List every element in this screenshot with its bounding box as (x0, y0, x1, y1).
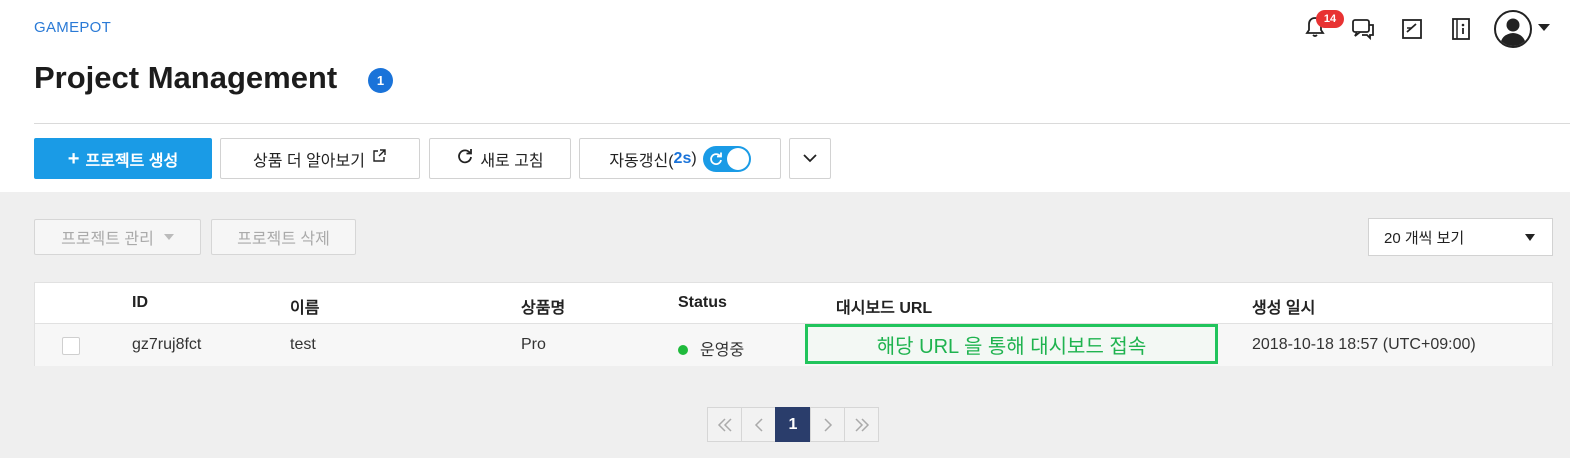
column-header-dashboard-url: 대시보드 URL (836, 300, 933, 317)
chevron-right-icon (823, 417, 832, 432)
column-header-name: 이름 (290, 300, 320, 317)
delete-project-button[interactable]: 프로젝트 삭제 (211, 219, 356, 255)
header-divider (34, 123, 1570, 124)
row-checkbox[interactable] (62, 337, 80, 355)
cell-status: 운영중 (678, 336, 744, 360)
cell-product: Pro (521, 336, 546, 353)
learn-more-button[interactable]: 상품 더 알아보기 (220, 138, 420, 179)
external-link-icon (371, 148, 387, 169)
refresh-icon (456, 147, 474, 170)
column-header-product: 상품명 (521, 300, 566, 317)
page-size-label: 20 개씩 보기 (1384, 229, 1465, 247)
manage-project-dropdown[interactable]: 프로젝트 관리 (34, 219, 201, 255)
refresh-button[interactable]: 새로 고침 (429, 138, 571, 179)
table-row[interactable]: gz7ruj8fct test Pro 운영중 해당 URL 을 통해 대시보드… (35, 324, 1552, 366)
double-chevron-right-icon (854, 417, 869, 432)
next-page-button[interactable] (810, 407, 845, 442)
page-button-1[interactable]: 1 (775, 407, 811, 442)
status-text: 운영중 (700, 342, 745, 359)
chevron-left-icon (754, 417, 763, 432)
edit-note-icon[interactable] (1399, 16, 1425, 42)
create-project-label: 프로젝트 생성 (85, 152, 179, 170)
page-size-select[interactable]: 20 개씩 보기 (1368, 218, 1553, 256)
refresh-icon (709, 152, 722, 165)
auto-refresh-button[interactable]: 자동갱신(2s) (579, 138, 781, 179)
auto-refresh-toggle[interactable] (702, 145, 751, 172)
notification-count-badge: 14 (1316, 10, 1344, 28)
status-dot-icon (678, 344, 688, 355)
brand-link[interactable]: GAMEPOT (34, 19, 111, 36)
create-project-button[interactable]: + 프로젝트 생성 (34, 138, 212, 179)
auto-refresh-label: 자동갱신( (609, 152, 674, 170)
user-menu-caret-icon[interactable] (1538, 24, 1550, 31)
manage-project-label: 프로젝트 관리 (61, 231, 154, 248)
auto-refresh-interval: 2s (673, 149, 692, 167)
delete-project-label: 프로젝트 삭제 (237, 231, 330, 248)
chat-icon[interactable] (1350, 16, 1376, 42)
table-header: ID 이름 상품명 Status 대시보드 URL 생성 일시 (35, 283, 1552, 324)
toggle-knob (726, 147, 749, 170)
cell-name: test (290, 336, 316, 353)
learn-more-label: 상품 더 알아보기 (253, 152, 365, 170)
more-options-button[interactable] (789, 138, 831, 179)
double-chevron-left-icon (717, 417, 732, 432)
auto-refresh-label-close: ) (691, 149, 697, 167)
projects-table: ID 이름 상품명 Status 대시보드 URL 생성 일시 gz7ruj8f… (34, 282, 1553, 366)
top-header: GAMEPOT Project Management 1 14 + 프로젝트 생… (0, 0, 1570, 192)
cell-id: gz7ruj8fct (132, 336, 202, 353)
column-header-status: Status (678, 294, 727, 311)
refresh-label: 새로 고침 (480, 152, 544, 170)
chevron-down-icon (802, 150, 818, 168)
column-header-id: ID (132, 294, 148, 311)
user-avatar-icon[interactable] (1494, 10, 1532, 48)
project-count-badge: 1 (368, 68, 393, 93)
info-book-icon[interactable] (1448, 16, 1474, 42)
plus-icon: + (67, 147, 80, 170)
prev-page-button[interactable] (741, 407, 776, 442)
caret-down-icon (1525, 234, 1535, 241)
last-page-button[interactable] (844, 407, 879, 442)
page-title: Project Management (34, 60, 338, 95)
column-header-created-at: 생성 일시 (1252, 300, 1316, 317)
cell-created-at: 2018-10-18 18:57 (UTC+09:00) (1252, 336, 1476, 353)
caret-down-icon (163, 234, 174, 240)
first-page-button[interactable] (707, 407, 742, 442)
dashboard-url-link[interactable]: 해당 URL 을 통해 대시보드 접속 (805, 324, 1218, 364)
